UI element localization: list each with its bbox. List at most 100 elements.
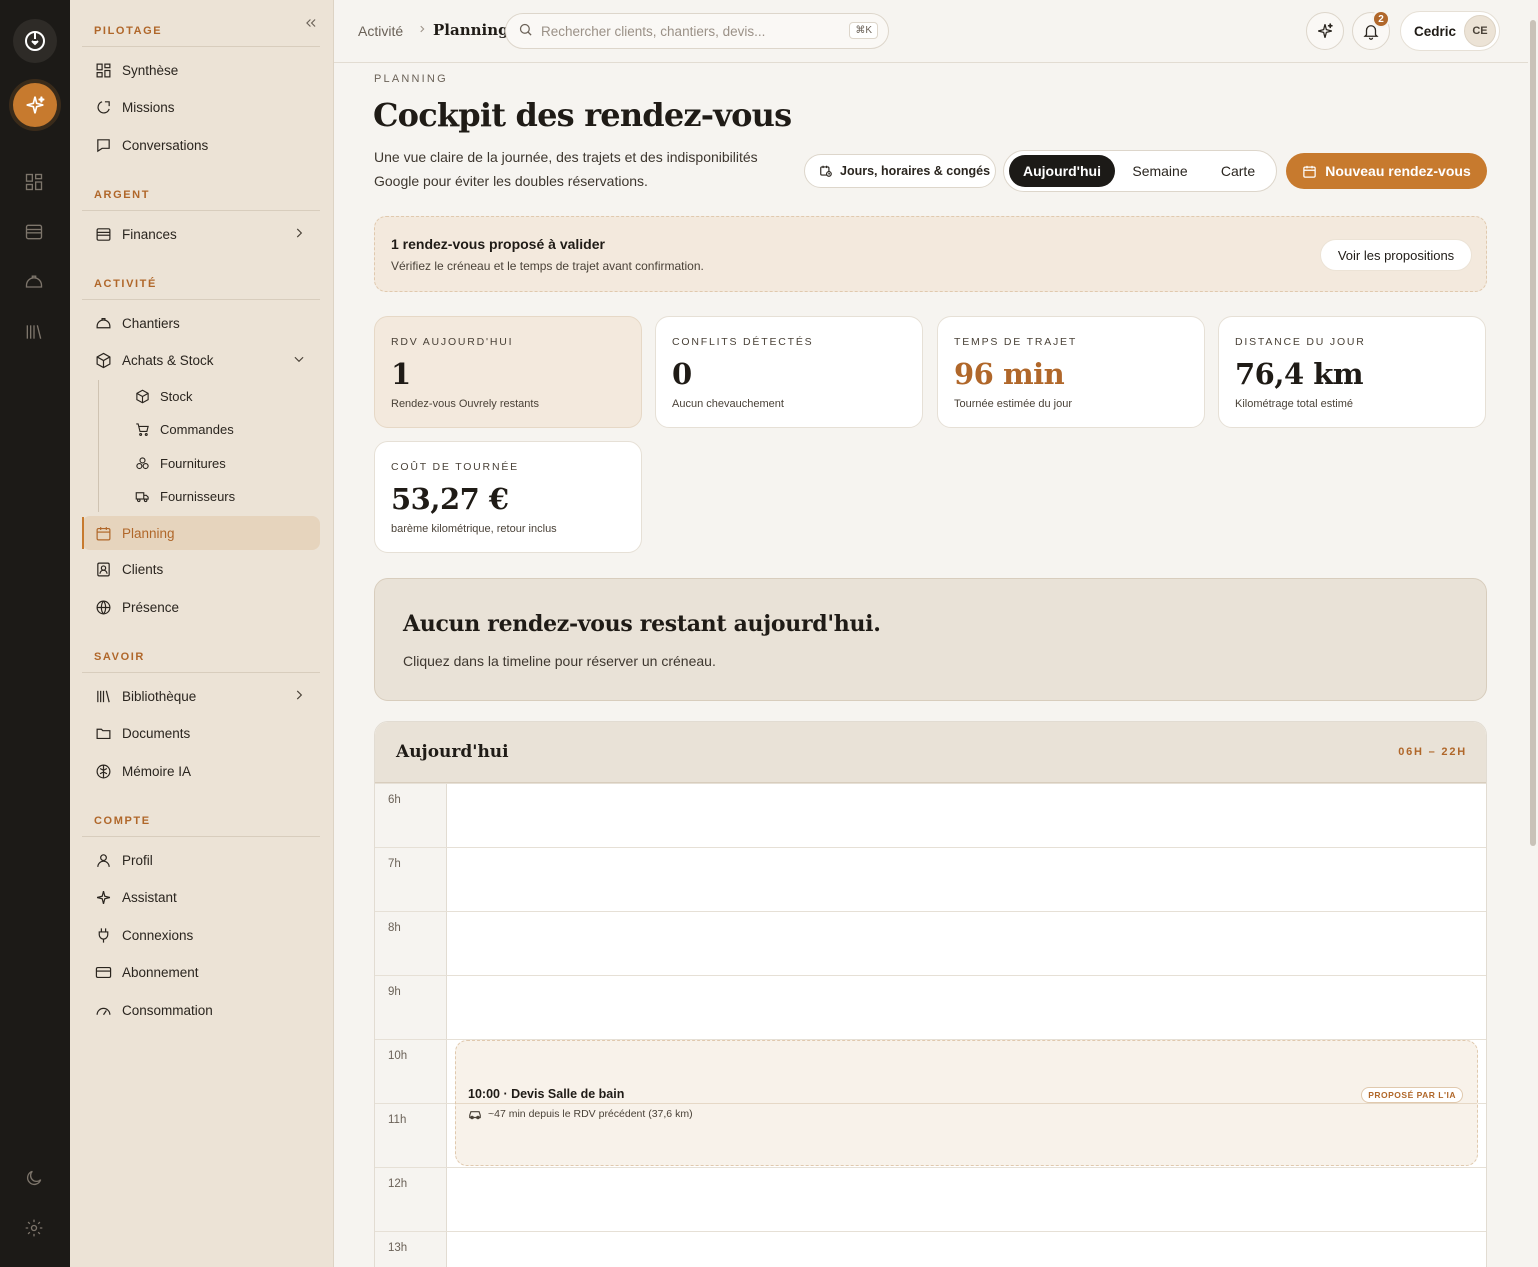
- credit-card-icon: [94, 963, 112, 981]
- view-switcher: Aujourd'hui Semaine Carte: [1003, 150, 1277, 192]
- sidebar-item-label: Missions: [122, 99, 175, 115]
- timeline-slot[interactable]: 8h: [375, 911, 1486, 975]
- scrollbar-thumb[interactable]: [1530, 20, 1536, 846]
- sidebar-item-assistant[interactable]: Assistant: [82, 880, 320, 914]
- sidebar-subitem-label: Stock: [160, 388, 193, 404]
- timeline-slot[interactable]: 13h: [375, 1231, 1486, 1267]
- sidebar-item-documents[interactable]: Documents: [82, 716, 320, 750]
- section-divider: [82, 46, 320, 47]
- sidebar-item-chantiers[interactable]: Chantiers: [82, 306, 320, 340]
- sidebar-item-consommation[interactable]: Consommation: [82, 993, 320, 1027]
- sidebar-item-planning[interactable]: Planning: [82, 516, 320, 550]
- tab-week[interactable]: Semaine: [1118, 155, 1202, 187]
- collapse-sidebar-icon[interactable]: [304, 16, 318, 35]
- sidebar-item-label: Clients: [122, 561, 164, 577]
- sidebar-subitem-label: Commandes: [160, 421, 234, 437]
- hard-hat-icon: [94, 314, 112, 332]
- search-box[interactable]: ⌘K: [505, 13, 889, 49]
- sidebar-subitem-label: Fournitures: [160, 455, 226, 471]
- sidebar-subitem-fournitures[interactable]: Fournitures: [134, 448, 226, 478]
- sidebar-subitem-fournisseurs[interactable]: Fournisseurs: [134, 481, 235, 511]
- chevron-right-icon: [292, 688, 306, 702]
- sidebar-item-label: Consommation: [122, 1002, 213, 1018]
- dashboard-grid-icon[interactable]: [23, 171, 45, 193]
- hour-label: 11h: [388, 1114, 407, 1126]
- app-logo-icon[interactable]: [13, 19, 57, 63]
- avatar: CE: [1464, 15, 1496, 47]
- kpi-label: TEMPS DE TRAJET: [954, 336, 1078, 348]
- ai-assistant-button[interactable]: [1306, 12, 1344, 50]
- user-menu-button[interactable]: Cedric CE: [1400, 11, 1500, 51]
- search-shortcut: ⌘K: [849, 22, 878, 39]
- kpi-card-rdv-today: RDV AUJOURD'HUI 1 Rendez-vous Ouvrely re…: [374, 316, 642, 428]
- timeline-slot[interactable]: 12h: [375, 1167, 1486, 1231]
- sidebar-item-missions[interactable]: Missions: [82, 90, 320, 124]
- sidebar-subitem-label: Fournisseurs: [160, 488, 236, 504]
- library-icon: [94, 687, 112, 705]
- sidebar-item-clients[interactable]: Clients: [82, 552, 320, 586]
- page-title: Cockpit des rendez-vous: [373, 96, 792, 134]
- kpi-value: 0: [672, 357, 692, 391]
- sidebar-item-synthese[interactable]: Synthèse: [82, 53, 320, 87]
- sidebar-subitem-commandes[interactable]: Commandes: [134, 414, 234, 444]
- proposal-banner: 1 rendez-vous proposé à valider Vérifiez…: [374, 216, 1487, 292]
- breadcrumb-parent[interactable]: Activité: [358, 23, 403, 39]
- calendar-clock-icon: [819, 164, 833, 178]
- finance-wallet-icon[interactable]: [23, 221, 45, 243]
- section-title-savoir: SAVOIR: [94, 651, 145, 663]
- timeline-slot[interactable]: 7h: [375, 847, 1486, 911]
- proposed-appointment-event[interactable]: 10:00 · Devis Salle de bain PROPOSÉ PAR …: [455, 1040, 1478, 1166]
- sidebar-item-bibliotheque[interactable]: Bibliothèque: [82, 679, 320, 713]
- library-icon[interactable]: [23, 321, 45, 343]
- kpi-subtitle: Aucun chevauchement: [672, 398, 784, 410]
- event-divider: [456, 1103, 1477, 1104]
- hours-settings-button[interactable]: Jours, horaires & congés: [804, 154, 996, 188]
- hour-label: 6h: [388, 794, 401, 806]
- section-title-compte: COMPTE: [94, 815, 151, 827]
- proposal-title: 1 rendez-vous proposé à valider: [391, 236, 605, 252]
- event-title: 10:00 · Devis Salle de bain: [468, 1087, 625, 1101]
- sidebar-item-label: Assistant: [122, 889, 177, 905]
- settings-gear-icon[interactable]: [23, 1217, 45, 1239]
- timeline-slot[interactable]: 6h: [375, 783, 1486, 847]
- kpi-card-distance: DISTANCE DU JOUR 76,4 km Kilométrage tot…: [1218, 316, 1486, 428]
- dark-mode-moon-icon[interactable]: [23, 1167, 45, 1189]
- globe-icon: [94, 598, 112, 616]
- kpi-card-conflicts: CONFLITS DÉTECTÉS 0 Aucun chevauchement: [655, 316, 923, 428]
- brain-icon: [94, 762, 112, 780]
- sidebar-item-finances[interactable]: Finances: [82, 217, 320, 251]
- event-travel-text: ~47 min depuis le RDV précédent (37,6 km…: [488, 1108, 693, 1120]
- search-input[interactable]: [541, 23, 841, 39]
- submenu-guide-line: [98, 380, 99, 512]
- sidebar-item-label: Documents: [122, 725, 191, 741]
- hour-label: 12h: [388, 1178, 408, 1190]
- tab-map[interactable]: Carte: [1204, 155, 1272, 187]
- sidebar: PILOTAGE Synthèse Missions Conversations…: [70, 0, 334, 1267]
- sidebar-item-abonnement[interactable]: Abonnement: [82, 955, 320, 989]
- kpi-label: DISTANCE DU JOUR: [1235, 336, 1366, 348]
- ai-proposed-badge: PROPOSÉ PAR L'IA: [1361, 1087, 1463, 1103]
- sidebar-item-conversations[interactable]: Conversations: [82, 128, 320, 162]
- proposal-subtitle: Vérifiez le créneau et le temps de traje…: [391, 259, 704, 273]
- view-proposals-button[interactable]: Voir les propositions: [1320, 239, 1472, 271]
- shopping-cart-icon: [134, 421, 150, 437]
- hour-label: 10h: [388, 1050, 408, 1062]
- tab-today[interactable]: Aujourd'hui: [1009, 155, 1115, 187]
- sidebar-item-memoire-ia[interactable]: Mémoire IA: [82, 754, 320, 788]
- sidebar-subitem-stock[interactable]: Stock: [134, 381, 193, 411]
- timeline-slot[interactable]: 9h: [375, 975, 1486, 1039]
- assistant-sparkle-icon[interactable]: [13, 83, 57, 127]
- new-appointment-button[interactable]: Nouveau rendez-vous: [1286, 153, 1487, 189]
- hard-hat-icon[interactable]: [23, 271, 45, 293]
- kpi-subtitle: barème kilométrique, retour inclus: [391, 523, 557, 535]
- sidebar-item-label: Conversations: [122, 137, 209, 153]
- breadcrumb-current: Planning: [433, 21, 509, 39]
- sidebar-item-profil[interactable]: Profil: [82, 843, 320, 877]
- sidebar-item-connexions[interactable]: Connexions: [82, 918, 320, 952]
- kpi-subtitle: Tournée estimée du jour: [954, 398, 1073, 410]
- section-divider: [82, 299, 320, 300]
- notification-count-badge: 2: [1372, 10, 1390, 28]
- sidebar-item-achats-stock[interactable]: Achats & Stock: [82, 343, 320, 377]
- sidebar-item-label: Profil: [122, 852, 153, 868]
- sidebar-item-presence[interactable]: Présence: [82, 590, 320, 624]
